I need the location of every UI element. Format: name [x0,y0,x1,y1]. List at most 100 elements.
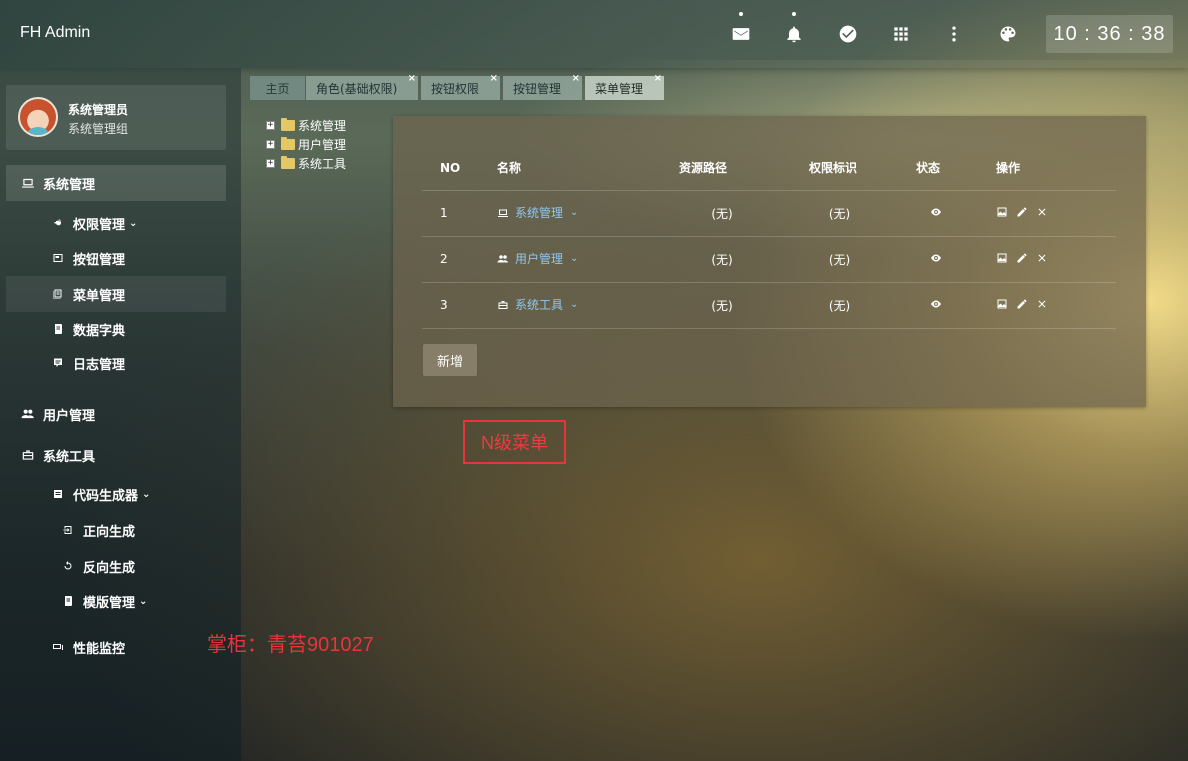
add-button[interactable]: 新增 [423,344,477,376]
sidebar-item-tools[interactable]: 系统工具 [20,437,95,473]
expand-icon[interactable]: + [266,120,275,130]
toolbox-icon [498,300,508,309]
image-icon[interactable] [996,206,1008,218]
edit-icon[interactable] [1016,252,1028,264]
tab-button-permission[interactable]: 按钮权限 × [421,73,500,100]
chevron-down-icon: ⌄ [139,595,148,607]
sidebar-item-template[interactable]: 模版管理 ⌄ [60,583,147,619]
expand-icon[interactable]: + [266,139,275,149]
reverse-icon [60,558,76,574]
tree-node-label: 系统工具 [298,156,347,171]
row-perm: (无) [787,236,892,283]
sidebar-item-log[interactable]: 日志管理 [50,345,125,381]
sidebar-item-monitor[interactable]: 性能监控 [50,629,125,665]
close-icon[interactable]: × [654,73,662,84]
sidebar-item-menu-manage[interactable]: 菜单管理 [6,276,226,312]
laptop-icon [498,209,508,217]
delete-icon[interactable] [1036,298,1048,310]
sidebar-item-code-generator[interactable]: 代码生成器 ⌄ [50,476,150,512]
chevron-down-icon: ⌄ [142,488,151,500]
toolbox-icon [20,447,36,463]
sidebar: 系统管理员 系统管理组 系统管理 权限管理 ⌄ 按钮管理 菜单管理 数据字典 日… [0,68,241,761]
check-circle-icon[interactable] [836,22,860,46]
sidebar-item-system[interactable]: 系统管理 [6,165,226,201]
menu-name: 系统管理 [515,206,564,221]
table-row: 1 系统管理 ⌄ (无) (无) [422,190,1116,237]
row-path: (无) [657,190,787,237]
tab-button-manage[interactable]: 按钮管理 × [503,73,582,100]
template-icon [60,593,76,609]
top-header: FH Admin 10 : 36 : 38 [0,0,1188,68]
sidebar-item-permission[interactable]: 权限管理 ⌄ [50,205,137,241]
expand-icon[interactable]: + [266,158,275,168]
col-op: 操作 [980,146,1116,191]
more-vert-icon[interactable] [942,22,966,46]
image-icon[interactable] [996,252,1008,264]
sidebar-item-label: 权限管理 [73,217,126,233]
notification-dot [739,12,743,16]
tab-menu-manage[interactable]: 菜单管理 × [585,73,664,100]
folder-icon [281,117,295,131]
sidebar-item-label: 用户管理 [43,408,96,424]
sidebar-item-label: 系统工具 [43,449,96,465]
image-icon[interactable] [996,298,1008,310]
sidebar-item-label: 反向生成 [83,560,136,576]
close-icon[interactable]: × [408,73,416,84]
delete-icon[interactable] [1036,206,1048,218]
menu-link-tools[interactable]: 系统工具 ⌄ [497,296,578,313]
laptop-icon [20,175,36,191]
folder-icon [281,136,295,150]
col-perm: 权限标识 [787,146,892,191]
tab-role[interactable]: 角色(基础权限) × [306,73,418,100]
close-icon[interactable]: × [572,73,580,84]
sidebar-item-label: 按钮管理 [73,252,126,268]
log-icon [50,355,66,371]
code-icon [50,486,66,502]
sidebar-item-reverse-gen[interactable]: 反向生成 [60,548,135,584]
eye-icon[interactable] [930,299,942,313]
tree-node-tools[interactable]: + 系统工具 [266,154,346,172]
tab-label: 角色(基础权限) [316,81,398,96]
sidebar-item-button-manage[interactable]: 按钮管理 [50,240,125,276]
mail-icon[interactable] [729,12,753,46]
user-card[interactable]: 系统管理员 系统管理组 [6,85,226,150]
row-no: 1 [422,190,497,237]
chevron-down-icon: ⌄ [570,253,579,265]
sidebar-item-label: 菜单管理 [73,288,126,304]
delete-icon[interactable] [1036,252,1048,264]
row-perm: (无) [787,282,892,329]
sidebar-item-dictionary[interactable]: 数据字典 [50,311,125,347]
table-row: 2 用户管理 ⌄ (无) (无) [422,236,1116,283]
tab-label: 按钮管理 [513,81,562,96]
row-path: (无) [657,282,787,329]
menu-link-users[interactable]: 用户管理 ⌄ [497,250,578,267]
sidebar-item-forward-gen[interactable]: 正向生成 [60,512,135,548]
sidebar-item-label: 代码生成器 [73,488,139,504]
apps-grid-icon[interactable] [889,22,913,46]
menu-table: NO 名称 资源路径 权限标识 状态 操作 1 系统管理 ⌄ (无) (无) 2… [422,146,1116,329]
edit-icon[interactable] [1016,206,1028,218]
tree-node-users[interactable]: + 用户管理 [266,135,346,153]
tab-home[interactable]: 主页 [250,76,305,100]
folder-icon [281,155,295,169]
sidebar-item-users[interactable]: 用户管理 [20,396,95,432]
tree-node-system[interactable]: + 系统管理 [266,116,346,134]
brand-title[interactable]: FH Admin [20,24,90,42]
col-no: NO [422,146,497,191]
close-icon[interactable]: × [490,73,498,84]
book-icon [50,321,66,337]
edit-icon[interactable] [1016,298,1028,310]
menu-name: 用户管理 [515,252,564,267]
tree-node-label: 系统管理 [298,118,347,133]
col-state: 状态 [892,146,980,191]
eye-icon[interactable] [930,253,942,267]
eye-icon[interactable] [930,207,942,221]
table-header-row: NO 名称 资源路径 权限标识 状态 操作 [422,146,1116,191]
row-path: (无) [657,236,787,283]
bell-icon[interactable] [782,12,806,46]
palette-icon[interactable] [996,22,1020,46]
menu-link-system[interactable]: 系统管理 ⌄ [497,204,578,221]
notification-dot [792,12,796,16]
sidebar-item-label: 性能监控 [73,641,126,657]
chevron-down-icon: ⌄ [129,217,138,229]
